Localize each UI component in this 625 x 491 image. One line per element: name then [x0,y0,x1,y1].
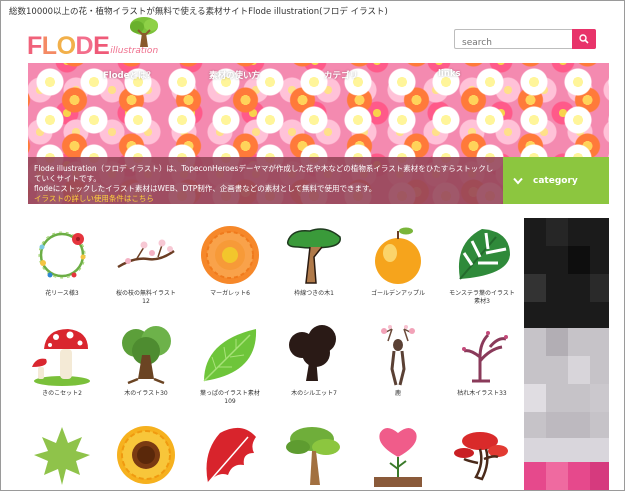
illustration-item[interactable] [281,423,347,490]
illustration-item[interactable]: ゴールデンアップル [365,223,431,298]
illustration-item[interactable]: 葉っぱのイラスト素材109 [197,323,263,406]
outlined-tree-icon [286,228,341,284]
category-label: category [533,175,578,186]
illustration-item[interactable]: 木のシルエット7 [281,323,347,398]
category-button[interactable]: category [503,157,609,204]
illustration-item[interactable] [449,423,515,490]
illustration-label: きのこセット2 [42,390,82,397]
sidebar-ad[interactable] [524,218,609,490]
maple-leaf-icon [34,427,90,485]
leaf-icon [203,329,257,382]
terms-link[interactable]: イラストの詳しい使用条件はこちら [34,194,497,204]
chevron-down-icon [513,177,523,185]
tree-logo-icon [130,17,158,47]
bare-tree-icon [462,331,508,383]
illustration-label: 枠線つきの木1 [294,290,334,297]
cherry-branch-icon [117,239,175,269]
sunflower-icon [117,426,175,484]
illustration-item[interactable]: 枠線つきの木1 [281,223,347,298]
tree-silhouette-icon [289,325,336,381]
illustration-label: 木のイラスト30 [124,390,168,397]
illustration-item[interactable]: マーガレット6 [197,223,263,298]
nav-item-about[interactable]: Flodeとは？ [103,69,155,81]
wreath-icon [38,231,86,279]
illustration-item[interactable]: きのこセット2 [29,323,95,398]
page-frame: 総数10000以上の花・植物イラストが無料で使える素材サイトFlode illu… [0,0,625,491]
illustration-label: マーガレット6 [210,290,250,297]
illustration-label: 花リース様3 [45,290,79,297]
page-title: 総数10000以上の花・植物イラストが無料で使える素材サイトFlode illu… [9,7,388,17]
bonsai-tree-icon [286,427,340,485]
illustration-label: 木のシルエット7 [291,390,337,397]
illustration-item[interactable]: 花リース様3 [29,223,95,298]
nav-item-usage[interactable]: 素材の使い方 [209,69,260,81]
illustration-item[interactable]: 木のイラスト30 [113,323,179,398]
description-text-2: flodeにストックしたイラスト素材はWEB、DTP制作、企画書などの素材として… [34,184,377,193]
illustration-item[interactable] [197,423,263,490]
search-button[interactable] [572,29,596,49]
golden-apple-icon [375,227,421,284]
main-nav: Flodeとは？ 素材の使い方 カテゴリ links [28,63,609,83]
nav-item-category[interactable]: カテゴリ [324,69,358,81]
site-logo[interactable]: FLODE illustration [27,17,158,60]
orange-flower-icon [201,226,259,284]
illustration-item[interactable]: 枯れ木イラスト33 [449,323,515,398]
illustration-item[interactable] [113,423,179,490]
site-description: Flode illustration（フロデ イラスト）は、TopeconHer… [28,157,503,204]
description-text: Flode illustration（フロデ イラスト）は、TopeconHer… [34,164,494,183]
illustration-label: 桜の枝の無料イラスト12 [116,290,176,305]
heart-plant-icon [374,428,422,487]
deer-icon [381,325,415,386]
logo-text: FLODE [27,32,110,60]
monstera-leaf-icon [458,229,510,280]
illustration-label: 葉っぱのイラスト素材109 [200,390,260,405]
green-tree-icon [122,326,171,385]
illustration-item[interactable]: 桜の枝の無料イラスト12 [113,223,179,306]
illustration-item[interactable] [365,423,431,490]
red-leaf-icon [206,427,256,484]
search-input[interactable] [455,34,570,52]
illustration-label: 枯れ木イラスト33 [457,390,507,397]
search-icon [579,34,589,44]
nav-item-links[interactable]: links [438,69,461,79]
illustration-item[interactable]: 鹿 [365,323,431,398]
illustration-label: 鹿 [394,390,401,397]
illustration-item[interactable]: モンステラ葉のイラスト素材3 [449,223,515,306]
illustration-label: モンステラ葉のイラスト素材3 [449,290,515,305]
red-tree-icon [454,432,508,481]
illustration-item[interactable] [29,423,95,490]
mushroom-icon [32,329,90,386]
hero-banner: Flodeとは？ 素材の使い方 カテゴリ links Flode illustr… [28,63,609,204]
illustration-label: ゴールデンアップル [370,290,425,297]
search-box [454,29,596,52]
